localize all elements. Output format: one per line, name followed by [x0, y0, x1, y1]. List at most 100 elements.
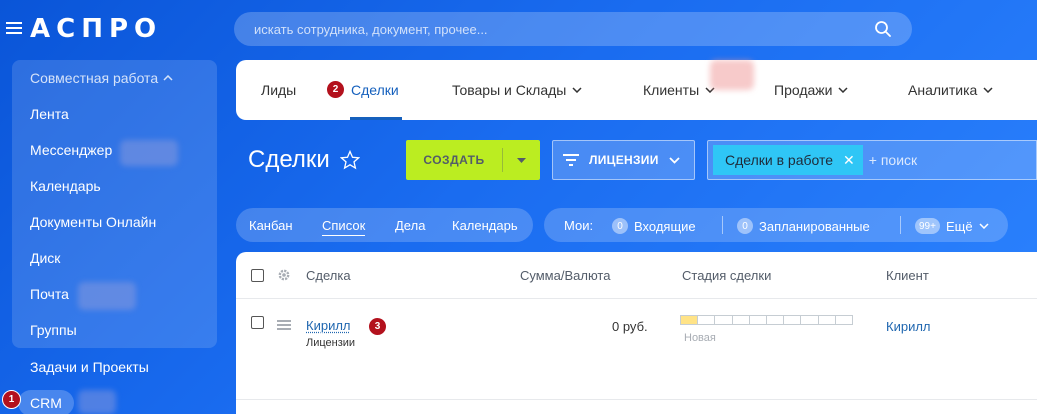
step-badge: 2	[326, 80, 345, 99]
menu-icon[interactable]	[6, 22, 22, 34]
stage-segment[interactable]	[818, 316, 836, 324]
crm-tabs: Лиды 2 Сделки Товары и Склады Клиенты Пр…	[236, 60, 1037, 120]
gear-icon[interactable]	[277, 268, 291, 282]
category-button[interactable]: ЛИЦЕНЗИИ	[552, 140, 695, 180]
category-button-label: ЛИЦЕНЗИИ	[589, 153, 659, 167]
column-header-amount[interactable]: Сумма/Валюта	[520, 268, 610, 283]
deal-title-link[interactable]: Кирилл	[306, 318, 351, 333]
view-list[interactable]: Список	[322, 218, 366, 236]
count-badge: 99+	[915, 218, 940, 234]
search-icon[interactable]	[874, 20, 892, 38]
sidebar-group-title: Совместная работа	[30, 70, 159, 86]
caret-down-icon	[517, 157, 526, 163]
view-activities[interactable]: Дела	[395, 218, 425, 233]
blurred-counter	[78, 390, 116, 414]
stage-segment[interactable]	[801, 316, 819, 324]
create-button-label: СОЗДАТЬ	[423, 153, 485, 167]
stage-segment[interactable]	[715, 316, 733, 324]
tab-analytics[interactable]: Аналитика	[908, 82, 993, 98]
blurred-counter	[710, 60, 754, 90]
client-link[interactable]: Кирилл	[886, 319, 931, 334]
create-dropdown-toggle[interactable]	[503, 157, 540, 163]
sidebar-item-crm-label: CRM	[30, 395, 62, 411]
row-checkbox[interactable]	[251, 316, 264, 329]
search-input[interactable]	[254, 21, 874, 37]
sidebar-item-disk[interactable]: Диск	[30, 250, 60, 266]
deal-amount: 0 руб.	[612, 319, 648, 334]
tab-label: Аналитика	[908, 82, 978, 98]
view-kanban[interactable]: Канбан	[249, 218, 293, 233]
sidebar-item-messenger[interactable]: Мессенджер	[30, 142, 112, 158]
stage-name: Новая	[684, 332, 716, 344]
stage-segment[interactable]	[732, 316, 750, 324]
tab-sales[interactable]: Продажи	[774, 82, 848, 98]
chevron-up-icon	[163, 75, 173, 81]
counter-incoming[interactable]: 0 Входящие	[612, 218, 696, 234]
view-calendar[interactable]: Календарь	[452, 218, 518, 233]
filter-icon	[563, 154, 579, 166]
star-icon[interactable]	[340, 150, 360, 170]
tab-label: Продажи	[774, 82, 833, 98]
filter-tag-label: Сделки в работе	[725, 152, 834, 168]
tab-label: Товары и Склады	[452, 82, 567, 98]
counter-label: Входящие	[634, 218, 696, 234]
chevron-down-icon	[669, 156, 680, 164]
tab-label: Сделки	[351, 82, 399, 98]
counters-my-label: Мои:	[564, 218, 594, 233]
deal-category: Лицензии	[306, 337, 356, 349]
chevron-down-icon	[983, 87, 993, 93]
row-divider	[236, 399, 1037, 400]
divider	[900, 216, 901, 234]
active-tab-indicator	[350, 117, 402, 120]
column-header-stage[interactable]: Стадия сделки	[682, 268, 771, 283]
create-button[interactable]: СОЗДАТЬ	[406, 140, 540, 180]
column-header-client[interactable]: Клиент	[886, 268, 929, 283]
chevron-down-icon	[572, 87, 582, 93]
counter-label: Запланированные	[759, 218, 870, 234]
chevron-down-icon	[838, 87, 848, 93]
counter-planned[interactable]: 0 Запланированные	[737, 218, 870, 234]
step-badge: 1	[2, 390, 21, 409]
stage-segment[interactable]	[681, 316, 699, 324]
counters-label: Мои:	[564, 218, 593, 233]
stage-segment[interactable]	[698, 316, 716, 324]
sidebar-item-mail[interactable]: Почта	[30, 286, 69, 302]
divider	[722, 216, 723, 234]
deals-grid: Сделка Сумма/Валюта Стадия сделки Клиент…	[236, 252, 1037, 414]
page-title: Сделки	[248, 146, 330, 173]
sidebar-item-calendar[interactable]: Календарь	[30, 178, 101, 194]
sidebar-item-tasks[interactable]: Задачи и Проекты	[30, 359, 149, 375]
tab-label: Клиенты	[643, 82, 700, 98]
counter-label: Ещё	[945, 218, 973, 234]
column-header-deal[interactable]: Сделка	[306, 268, 351, 283]
stage-segment[interactable]	[835, 316, 853, 324]
tab-goods[interactable]: Товары и Склады	[452, 82, 582, 98]
tab-leads[interactable]: Лиды	[261, 82, 296, 98]
logo[interactable]: АСПРО	[30, 14, 162, 44]
stage-segment[interactable]	[749, 316, 768, 324]
count-badge: 0	[737, 218, 753, 234]
sidebar-item-groups[interactable]: Группы	[30, 322, 77, 338]
drag-handle-icon[interactable]	[277, 320, 291, 330]
stage-segment[interactable]	[767, 316, 785, 324]
select-all-checkbox[interactable]	[251, 269, 264, 282]
step-badge: 3	[368, 317, 387, 336]
close-icon[interactable]: ✕	[843, 152, 855, 169]
sidebar-item-feed[interactable]: Лента	[30, 106, 69, 122]
counter-more[interactable]: 99+ Ещё	[915, 218, 989, 234]
stage-segment[interactable]	[784, 316, 802, 324]
sidebar-item-documents[interactable]: Документы Онлайн	[30, 214, 156, 230]
stage-progress-bar[interactable]	[680, 315, 853, 325]
tab-clients[interactable]: Клиенты	[643, 82, 715, 98]
filter-search[interactable]: Сделки в работе ✕	[707, 140, 1037, 180]
search-bar[interactable]	[234, 12, 912, 46]
blurred-counter	[78, 282, 136, 310]
tab-deals[interactable]: Сделки	[351, 82, 399, 98]
count-badge: 0	[612, 218, 628, 234]
filter-search-input[interactable]	[868, 152, 1019, 168]
chevron-down-icon	[979, 223, 989, 229]
tab-label: Лиды	[261, 82, 297, 98]
sidebar-group-toggle[interactable]: Совместная работа	[30, 70, 173, 86]
blurred-counter	[120, 140, 178, 166]
filter-tag[interactable]: Сделки в работе ✕	[713, 145, 863, 175]
